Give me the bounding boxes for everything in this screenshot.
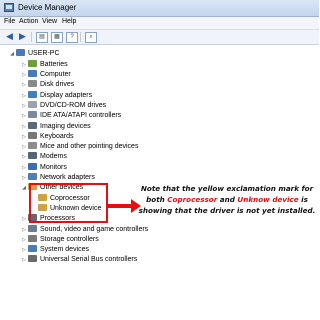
tree-item-label: Disk drives: [40, 81, 75, 89]
expand-icon[interactable]: ▷: [20, 111, 28, 121]
computer-icon: [28, 70, 37, 77]
usb-icon: [28, 255, 37, 263]
expand-icon[interactable]: ▷: [20, 70, 28, 80]
help-icon[interactable]: ?: [66, 32, 78, 43]
tree-item-label: Monitors: [40, 163, 67, 171]
tree-item-label: Modems: [40, 153, 67, 161]
title-bar: Device Manager: [0, 0, 319, 17]
ide-controller-icon: [28, 111, 37, 119]
collapse-icon[interactable]: ◢: [8, 49, 16, 59]
monitor-icon: [28, 162, 37, 170]
tree-item[interactable]: ▷ DVD/CD-ROM drives: [20, 100, 107, 111]
tree-item-label: Storage controllers: [40, 235, 99, 243]
tree-item[interactable]: ▷ IDE ATA/ATAPI controllers: [20, 111, 121, 121]
tree-item-label: System devices: [40, 246, 90, 254]
sound-icon: [28, 224, 37, 232]
expand-icon[interactable]: ▷: [20, 101, 28, 111]
network-adapter-icon: [28, 173, 37, 180]
collapse-icon[interactable]: ◢: [20, 183, 28, 193]
expand-icon[interactable]: ▷: [20, 235, 28, 245]
show-hide-tree-icon[interactable]: ▦: [51, 32, 63, 43]
tree-item[interactable]: ▷ Display adapters: [20, 90, 93, 101]
tree-item[interactable]: ▷ Modems: [20, 152, 67, 162]
menu-file[interactable]: File: [4, 18, 15, 25]
expand-icon[interactable]: ▷: [20, 163, 28, 173]
highlight-box: [29, 183, 108, 223]
tree-item-label: Universal Serial Bus controllers: [40, 256, 138, 264]
expand-icon[interactable]: ▷: [20, 245, 28, 255]
tree-item[interactable]: ▷ Keyboards: [20, 131, 74, 142]
expand-icon[interactable]: ▷: [20, 214, 28, 224]
tree-item-label: Mice and other pointing devices: [40, 143, 139, 151]
tree-item-label: Imaging devices: [40, 122, 91, 130]
note-text: and: [217, 195, 238, 204]
display-adapter-icon: [28, 90, 37, 98]
toolbar: ◀ ▶ ▤ ▦ ? ⌕: [0, 30, 319, 45]
battery-icon: [28, 59, 37, 67]
tree-item-label: Batteries: [40, 60, 68, 68]
window-title: Device Manager: [18, 3, 77, 12]
expand-icon[interactable]: ▷: [20, 173, 28, 183]
tree-root-label: USER-PC: [28, 50, 60, 57]
tree-item[interactable]: ▷ Computer: [20, 70, 71, 80]
dvd-drive-icon: [28, 100, 37, 108]
expand-icon[interactable]: ▷: [20, 142, 28, 152]
tree-root[interactable]: ◢ USER-PC: [8, 49, 60, 59]
forward-button[interactable]: ▶: [16, 31, 29, 42]
properties-icon[interactable]: ▤: [36, 32, 48, 43]
disk-drive-icon: [28, 80, 37, 88]
expand-icon[interactable]: ▷: [20, 91, 28, 101]
tree-item[interactable]: ▷ Imaging devices: [20, 121, 91, 132]
toolbar-separator: [80, 32, 81, 42]
toolbar-separator: [31, 32, 32, 42]
tree-item[interactable]: ▷ Batteries: [20, 59, 68, 70]
expand-icon[interactable]: ▷: [20, 225, 28, 235]
mouse-icon: [28, 142, 37, 150]
annotation-note: Note that the yellow exclamation mark fo…: [136, 183, 318, 216]
storage-controller-icon: [28, 234, 37, 242]
tree-item-label: Keyboards: [40, 132, 74, 140]
expand-icon[interactable]: ▷: [20, 255, 28, 265]
note-coprocessor: Coprocessor: [167, 195, 218, 204]
expand-icon[interactable]: ▷: [20, 60, 28, 70]
expand-icon[interactable]: ▷: [20, 132, 28, 142]
tree-item-label: DVD/CD-ROM drives: [40, 101, 107, 109]
tree-item-label: Network adapters: [40, 174, 95, 181]
back-button[interactable]: ◀: [3, 31, 16, 42]
scan-hardware-icon[interactable]: ⌕: [85, 32, 97, 43]
tree-item[interactable]: ▷ Universal Serial Bus controllers: [20, 255, 137, 265]
camera-icon: [28, 121, 37, 129]
tree-item-label: Sound, video and game controllers: [40, 225, 149, 233]
expand-icon[interactable]: ▷: [20, 122, 28, 132]
note-unknown-device: Unknow device: [237, 195, 299, 204]
modem-icon: [28, 152, 37, 160]
tree-item[interactable]: ▷ Sound, video and game controllers: [20, 224, 149, 235]
keyboard-icon: [28, 131, 37, 139]
menu-view[interactable]: View: [42, 18, 57, 25]
menu-bar: File Action View Help: [0, 17, 319, 30]
arrow-icon: [108, 204, 132, 208]
tree-item[interactable]: ▷ Network adapters: [20, 173, 95, 183]
device-manager-icon: [4, 3, 14, 12]
tree-item[interactable]: ▷ Disk drives: [20, 80, 74, 90]
tree-item[interactable]: ▷ Mice and other pointing devices: [20, 142, 138, 152]
tree-item[interactable]: ▷ System devices: [20, 245, 89, 255]
menu-help[interactable]: Help: [62, 18, 76, 25]
expand-icon[interactable]: ▷: [20, 152, 28, 162]
computer-icon: [16, 49, 25, 56]
tree-item[interactable]: ▷ Storage controllers: [20, 234, 99, 245]
expand-icon[interactable]: ▷: [20, 80, 28, 90]
tree-item-label: IDE ATA/ATAPI controllers: [40, 112, 122, 120]
tree-item-label: Computer: [40, 71, 71, 78]
system-devices-icon: [28, 245, 37, 253]
tree-item[interactable]: ▷ Monitors: [20, 162, 67, 173]
tree-item-label: Display adapters: [40, 91, 93, 99]
menu-action[interactable]: Action: [19, 18, 38, 25]
